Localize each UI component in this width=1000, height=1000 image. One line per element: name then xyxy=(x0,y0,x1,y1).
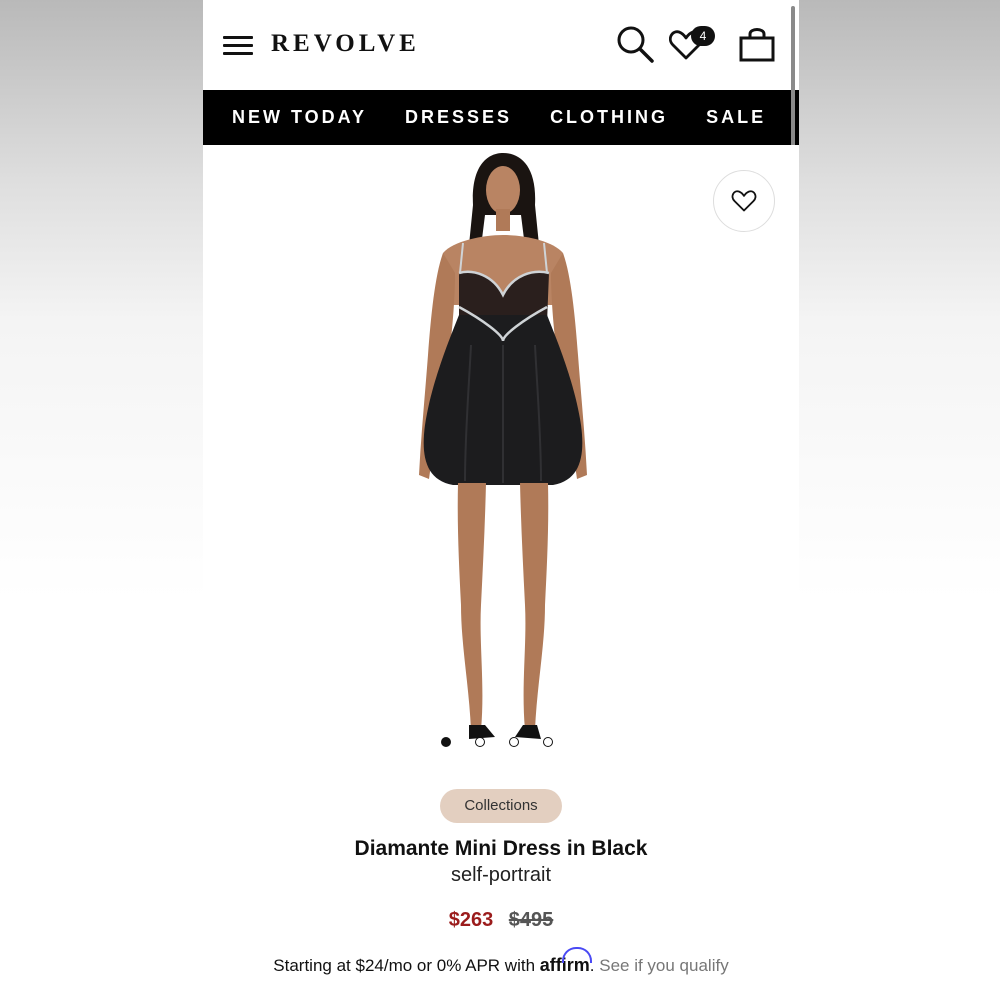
nav-dresses[interactable]: DRESSES xyxy=(405,107,512,128)
category-nav: NEW TODAY DRESSES CLOTHING SALE xyxy=(203,90,799,145)
menu-icon[interactable] xyxy=(223,36,253,56)
nav-new-today[interactable]: NEW TODAY xyxy=(232,107,367,128)
financing-line: Starting at $24/mo or 0% APR with affirm… xyxy=(203,947,799,976)
nav-sale[interactable]: SALE xyxy=(706,107,766,128)
original-price: $495 xyxy=(508,909,554,931)
gallery-dot-3[interactable] xyxy=(509,737,519,747)
add-to-wishlist-button[interactable] xyxy=(713,170,775,232)
see-if-you-qualify-link[interactable]: See if you qualify xyxy=(599,956,728,975)
financing-text: Starting at $24/mo or 0% APR with xyxy=(273,956,536,975)
site-header: REVOLVE 4 xyxy=(203,0,799,90)
mobile-viewport: REVOLVE 4 NEW TODAY DRESSES CLOTHING SAL… xyxy=(203,0,799,1000)
revolve-logo[interactable]: REVOLVE xyxy=(271,30,420,58)
gallery-dot-2[interactable] xyxy=(475,737,485,747)
product-title: Diamante Mini Dress in Black xyxy=(354,837,648,860)
price-block: $263 $495 xyxy=(203,909,799,932)
nav-clothing[interactable]: CLOTHING xyxy=(550,107,668,128)
sale-price: $263 xyxy=(448,909,494,931)
gallery-pagination xyxy=(441,737,553,747)
shopping-bag-icon[interactable] xyxy=(737,24,777,69)
gallery-dot-1[interactable] xyxy=(441,737,451,747)
collections-tag[interactable]: Collections xyxy=(440,789,562,823)
search-icon[interactable] xyxy=(615,24,655,69)
affirm-logo: affirm xyxy=(540,947,592,975)
wishlist-button[interactable]: 4 xyxy=(669,26,715,65)
wishlist-count-badge: 4 xyxy=(691,26,715,46)
product-image[interactable] xyxy=(203,145,799,765)
heart-outline-icon xyxy=(731,190,757,212)
gallery-dot-4[interactable] xyxy=(543,737,553,747)
product-brand[interactable]: self-portrait xyxy=(203,864,799,887)
